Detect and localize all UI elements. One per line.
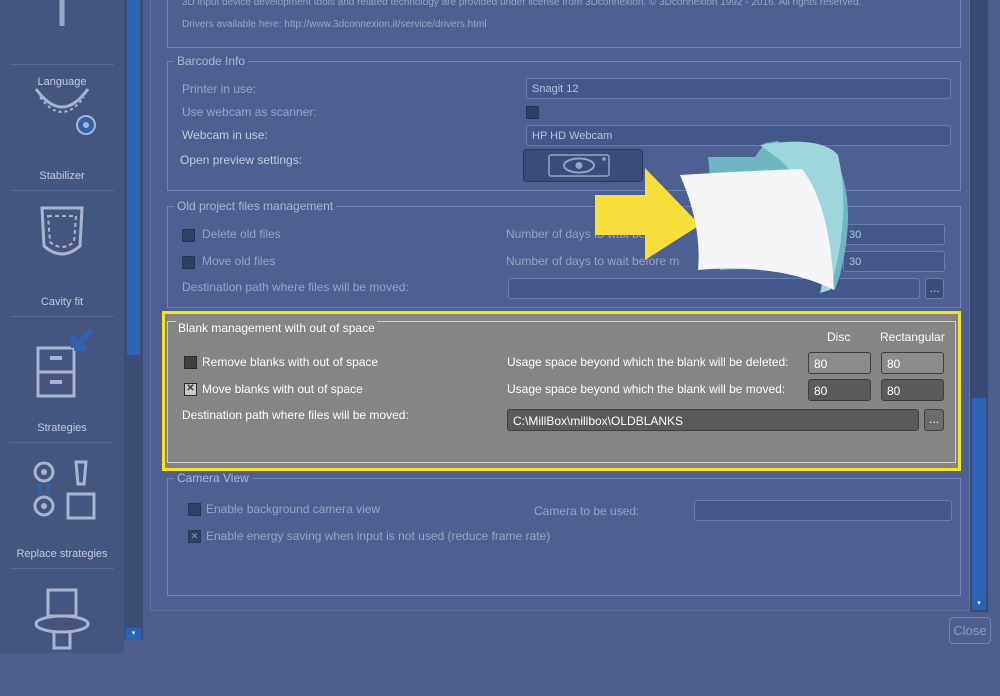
group-title: Old project files management (174, 199, 337, 213)
sidebar-item-stabilizer[interactable]: Stabilizer (0, 64, 124, 190)
divider (10, 568, 114, 569)
remove-blanks-checkbox[interactable] (184, 356, 197, 369)
move-old-files-label: Move old files (202, 254, 276, 268)
blank-dest-label: Destination path where files will be mov… (182, 408, 409, 422)
group-title: Barcode Info (174, 54, 249, 68)
printer-label: Printer in use: (182, 82, 257, 96)
folder-icon (680, 141, 848, 293)
settings-panel: 3D input device development tools and re… (150, 0, 970, 611)
main-scrollbar-thumb[interactable] (972, 398, 986, 598)
replace-strategies-icon (0, 446, 124, 530)
background-camera-checkbox[interactable] (188, 503, 201, 516)
blank-dest-field[interactable]: C:\MillBox\millbox\OLDBLANKS (507, 409, 919, 431)
sidebar-item-label: Stabilizer (39, 170, 85, 182)
delete-disc-field[interactable]: 80 (808, 352, 871, 374)
old-browse-button[interactable]: ... (925, 278, 944, 299)
arrow-to-folder-illustration (595, 141, 848, 293)
sidebar-item-label: Cavity fit (40, 296, 84, 308)
camera-to-use-label: Camera to be used: (534, 504, 640, 518)
strategies-icon (0, 320, 124, 404)
sidebar-item-replace-strategies[interactable]: Replace strategies (0, 442, 124, 568)
move-old-files-checkbox[interactable] (182, 256, 195, 269)
camera-select[interactable] (694, 500, 952, 521)
remove-blanks-label: Remove blanks with out of space (202, 355, 379, 369)
sidebar-item-strategies[interactable]: Strategies (0, 316, 124, 442)
sidebar-item-label: Strategies (37, 422, 87, 434)
move-blanks-checkbox[interactable]: ✕ (184, 383, 197, 396)
cavity-fit-icon (0, 194, 124, 278)
preview-label: Open preview settings: (180, 153, 303, 167)
group-title: Camera View (174, 471, 252, 485)
disc-column-header: Disc (827, 330, 851, 344)
sidebar-item-label: Replace strategies (16, 548, 108, 560)
license-text: 3D input device development tools and re… (182, 0, 862, 8)
webcam-scanner-checkbox[interactable] (526, 106, 539, 119)
sidebar-item-cavity-fit[interactable]: Cavity fit (0, 190, 124, 316)
energy-saving-label: Enable energy saving when input is not u… (206, 529, 551, 543)
language-icon (0, 0, 124, 58)
usage-delete-label: Usage space beyond which the blank will … (507, 355, 789, 369)
stabilizer-icon (0, 68, 124, 152)
scroll-down-icon[interactable]: ▾ (126, 628, 141, 640)
tool-icon (0, 574, 124, 658)
sidebar-item-tool[interactable] (0, 570, 124, 696)
webcam-label: Webcam in use: (182, 128, 268, 142)
webcam-scanner-label: Use webcam as scanner: (182, 105, 317, 119)
scroll-down-icon[interactable]: ▾ (972, 598, 986, 610)
move-rect-field[interactable]: 80 (881, 379, 944, 401)
delete-rect-field[interactable]: 80 (881, 352, 944, 374)
move-disc-field[interactable]: 80 (808, 379, 871, 401)
old-dest-label: Destination path where files will be mov… (182, 280, 409, 294)
delete-old-files-label: Delete old files (202, 227, 281, 241)
blank-browse-button[interactable]: ... (924, 409, 944, 431)
usage-move-label: Usage space beyond which the blank will … (507, 382, 786, 396)
blank-management-group: Blank management with out of space Disc … (162, 311, 961, 471)
move-blanks-label: Move blanks with out of space (202, 382, 363, 396)
rectangular-column-header: Rectangular (880, 330, 945, 344)
energy-saving-checkbox[interactable]: ✕ (188, 530, 201, 543)
background-camera-label: Enable background camera view (206, 502, 381, 516)
camera-group: Camera View Enable background camera vie… (167, 471, 961, 596)
delete-old-files-checkbox[interactable] (182, 229, 195, 242)
printer-field[interactable]: Snagit 12 (526, 78, 951, 99)
close-button[interactable]: Close (949, 617, 991, 644)
drivers-text: Drivers available here: http://www.3dcon… (182, 19, 487, 30)
group-title: Blank management with out of space (176, 321, 377, 335)
sidebar: Language Stabilizer Cavity fit Strategie… (0, 0, 124, 653)
info-group: 3D input device development tools and re… (167, 0, 961, 48)
sidebar-scrollbar-thumb[interactable] (127, 0, 140, 355)
